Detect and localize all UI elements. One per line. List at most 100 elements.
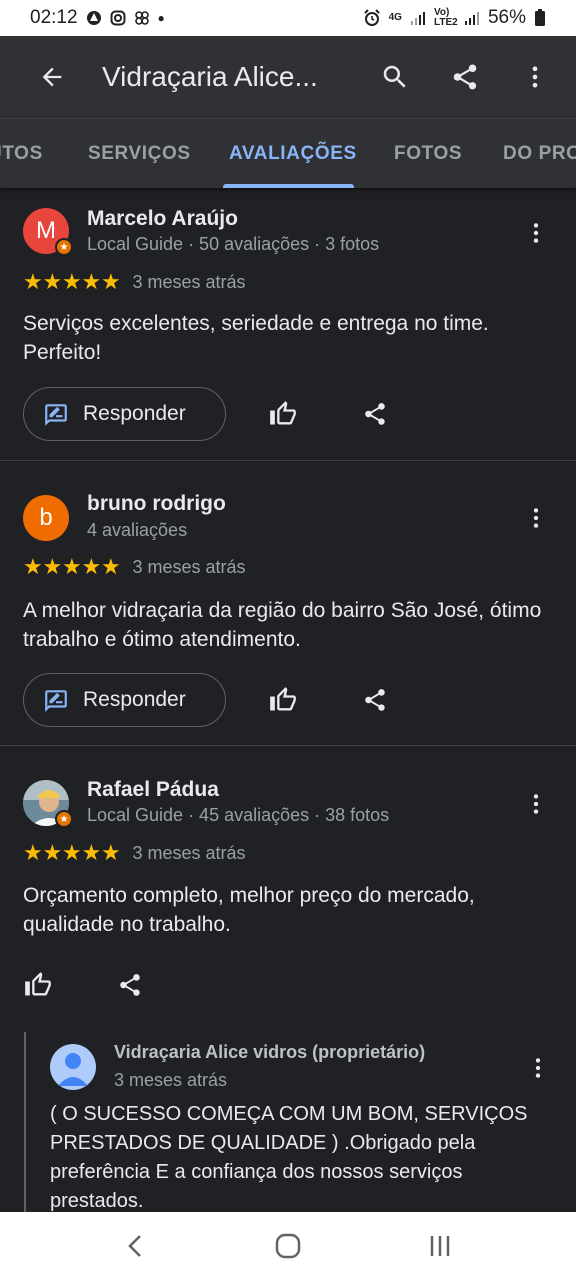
owner-reply: Vidraçaria Alice vidros (proprietário) 3… bbox=[24, 1032, 576, 1212]
review-more-button[interactable] bbox=[520, 784, 552, 824]
share-review-button[interactable] bbox=[354, 393, 396, 435]
avatar[interactable]: b bbox=[23, 495, 69, 541]
lte-label: Vo) LTE2 bbox=[433, 7, 458, 28]
place-title: Vidraçaria Alice... bbox=[102, 61, 318, 92]
rating-stars: ★ ★ ★ ★ ★ 3 meses atrás bbox=[23, 842, 246, 864]
star-icon: ★ bbox=[62, 269, 82, 294]
review-card: b bruno rodrigo 4 avaliações ★ ★ ★ ★ ★ 3 mes… bbox=[0, 461, 576, 745]
star-icon: ★ bbox=[23, 269, 43, 294]
battery-percent: 56% bbox=[487, 7, 526, 28]
alarm-icon bbox=[363, 9, 380, 26]
reviews-list[interactable]: M ★ Marcelo Araújo Local Guide · 50 aval… bbox=[0, 188, 576, 1212]
tab-servicos[interactable]: SERVIÇOS bbox=[88, 119, 191, 188]
review-more-button[interactable] bbox=[520, 498, 552, 538]
reviewer-name[interactable]: bruno rodrigo bbox=[87, 492, 226, 516]
owner-reply-more-button[interactable] bbox=[522, 1048, 554, 1088]
reviewer-meta: Local Guide · 50 avaliações · 3 fotos bbox=[87, 234, 380, 254]
more-vert-icon bbox=[532, 66, 538, 88]
reply-label: Responder bbox=[83, 402, 186, 425]
review-text: Serviços excelentes, seriedade e entrega… bbox=[23, 312, 489, 364]
star-icon: ★ bbox=[81, 554, 102, 579]
more-notifications-dot-icon: ● bbox=[157, 11, 165, 25]
rating-stars: ★ ★ ★ ★ ★ 3 meses atrás bbox=[23, 556, 246, 578]
person-icon bbox=[58, 1053, 88, 1086]
star-icon: ★ bbox=[101, 554, 121, 579]
reviewer-meta: Local Guide · 45 avaliações · 38 fotos bbox=[87, 805, 390, 825]
avatar-letter: M bbox=[36, 217, 56, 244]
reviewer-meta: 4 avaliações bbox=[87, 520, 188, 540]
like-button[interactable] bbox=[262, 393, 304, 435]
avatar[interactable]: ★ bbox=[23, 780, 73, 828]
more-vert-icon bbox=[535, 1058, 541, 1078]
more-vert-icon bbox=[533, 508, 539, 528]
like-button[interactable] bbox=[262, 679, 304, 721]
review-card: M ★ Marcelo Araújo Local Guide · 50 aval… bbox=[0, 188, 576, 460]
star-icon: ★ bbox=[81, 840, 102, 865]
signal-2-icon bbox=[464, 12, 479, 25]
reply-button[interactable]: Responder bbox=[23, 673, 226, 727]
recents-icon bbox=[430, 1236, 450, 1256]
review-text: Orçamento completo, melhor preço do merc… bbox=[23, 884, 475, 936]
chevron-left-icon bbox=[128, 1235, 141, 1257]
status-time: 02:12 bbox=[30, 7, 78, 28]
tab-fotos[interactable]: FOTOS bbox=[394, 119, 462, 188]
search-icon bbox=[383, 65, 406, 88]
star-icon: ★ bbox=[23, 554, 43, 579]
avatar[interactable]: M ★ bbox=[23, 208, 73, 256]
nav-recents-button[interactable] bbox=[419, 1225, 461, 1267]
share-icon bbox=[453, 64, 477, 90]
share-icon bbox=[365, 403, 385, 425]
more-options-button[interactable] bbox=[514, 56, 556, 98]
avatar-letter: b bbox=[39, 504, 53, 531]
star-icon: ★ bbox=[42, 269, 63, 294]
review-date: 3 meses atrás bbox=[132, 556, 246, 577]
star-icon: ★ bbox=[42, 554, 63, 579]
status-bar: 02:12 ● 4G Vo) LTE2 56% bbox=[0, 0, 576, 36]
like-button[interactable] bbox=[17, 964, 59, 1006]
tab-bar: UTOS SERVIÇOS AVALIAÇÕES FOTOS DO PRO bbox=[0, 118, 576, 188]
nav-home-button[interactable] bbox=[267, 1225, 309, 1267]
signal-icon bbox=[410, 12, 425, 25]
more-vert-icon bbox=[533, 223, 539, 243]
rate-review-icon bbox=[45, 404, 67, 426]
rating-stars: ★ ★ ★ ★ ★ 3 meses atrás bbox=[23, 271, 246, 293]
share-button[interactable] bbox=[444, 56, 486, 98]
app-notification-icon bbox=[134, 11, 149, 25]
arrow-back-icon bbox=[42, 67, 62, 87]
system-nav-bar bbox=[0, 1212, 576, 1280]
rate-review-icon bbox=[45, 690, 67, 712]
reply-button[interactable]: Responder bbox=[23, 387, 226, 441]
instagram-icon bbox=[110, 10, 126, 26]
share-review-button[interactable] bbox=[354, 679, 396, 721]
local-guide-badge-icon: ★ bbox=[55, 810, 73, 828]
owner-name: Vidraçaria Alice vidros (proprietário) bbox=[114, 1042, 426, 1062]
tab-produtos[interactable]: UTOS bbox=[0, 119, 43, 188]
local-guide-badge-icon: ★ bbox=[55, 238, 73, 256]
thumb-up-icon bbox=[270, 687, 296, 711]
thumb-up-icon bbox=[270, 401, 296, 425]
reviewer-name[interactable]: Marcelo Araújo bbox=[87, 207, 238, 231]
owner-reply-date: 3 meses atrás bbox=[114, 1070, 228, 1090]
share-review-button[interactable] bbox=[109, 964, 151, 1006]
review-card: ★ Rafael Pádua Local Guide · 45 avaliaçõ… bbox=[0, 746, 576, 1212]
notification-icon bbox=[86, 11, 101, 25]
back-button[interactable] bbox=[24, 56, 80, 98]
share-icon bbox=[365, 689, 385, 711]
app-bar: Vidraçaria Alice... bbox=[0, 36, 576, 118]
review-more-button[interactable] bbox=[520, 213, 552, 253]
home-icon bbox=[275, 1233, 301, 1259]
owner-avatar bbox=[50, 1044, 96, 1090]
reviewer-name[interactable]: Rafael Pádua bbox=[87, 778, 219, 802]
nav-back-button[interactable] bbox=[115, 1225, 157, 1267]
more-vert-icon bbox=[533, 794, 539, 814]
review-date: 3 meses atrás bbox=[132, 271, 246, 292]
tab-avaliacoes[interactable]: AVALIAÇÕES bbox=[229, 119, 357, 188]
star-icon: ★ bbox=[23, 840, 43, 865]
reply-label: Responder bbox=[83, 688, 186, 711]
tab-do-proprietario[interactable]: DO PRO bbox=[503, 119, 576, 188]
owner-reply-text: ( O SUCESSO COMEÇA COM UM BOM, SERVIÇOS … bbox=[50, 1103, 528, 1212]
network-type-label: 4G bbox=[388, 12, 402, 23]
star-icon: ★ bbox=[62, 840, 82, 865]
review-date: 3 meses atrás bbox=[132, 842, 246, 863]
search-button[interactable] bbox=[374, 56, 416, 98]
